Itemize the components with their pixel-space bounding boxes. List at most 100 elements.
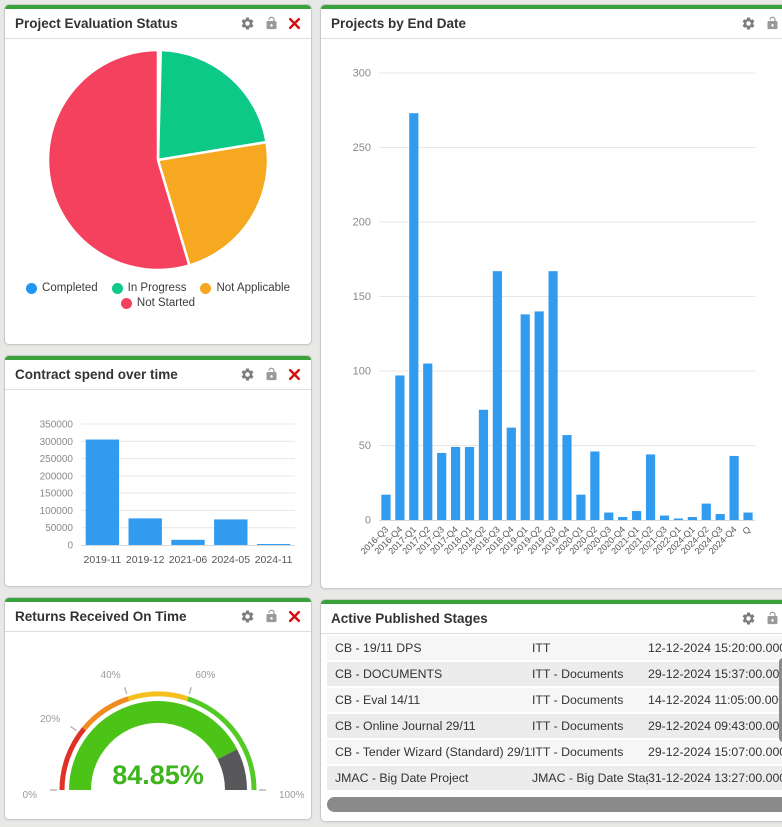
stage-project-cell: CB - Tender Wizard (Standard) 29/11: [335, 745, 532, 759]
panel-project-evaluation-status: Project Evaluation Status Completed In Pr…: [4, 4, 312, 345]
bar-2021-Q2[interactable]: [646, 454, 655, 520]
contract-spend-over-time-svg: 0500001000001500002000002500003000003500…: [5, 390, 311, 586]
settings-gear-icon[interactable]: [240, 609, 255, 624]
bar-2018-Q4[interactable]: [507, 428, 516, 520]
projects-by-end-date-svg: 0501001502002503002016-Q32016-Q42017-Q12…: [321, 39, 777, 587]
stage-name-cell: ITT - Documents: [532, 693, 648, 707]
y-axis-tick-label: 250: [353, 142, 371, 154]
table-row[interactable]: CB - Eval 14/11ITT - Documents14-12-2024…: [327, 688, 782, 714]
panel-contract-spend-over-time: Contract spend over time 050000100000150…: [4, 355, 312, 587]
bar-2020-Q2[interactable]: [590, 451, 599, 520]
stage-project-cell: JMAC - Big Date Project: [335, 771, 532, 785]
bar-2019-Q1[interactable]: [521, 314, 530, 520]
close-icon[interactable]: [288, 610, 301, 623]
bar-2024-05[interactable]: [214, 519, 247, 545]
panel-header: Contract spend over time: [5, 360, 311, 390]
table-row[interactable]: CB - DOCUMENTSITT - Documents29-12-2024 …: [327, 662, 782, 688]
legend-item-completed[interactable]: Completed: [26, 282, 98, 294]
gauge-chart-area: 0%20%40%60%100%84.85%: [5, 632, 311, 819]
panel-title: Contract spend over time: [15, 367, 178, 382]
unlock-icon[interactable]: [765, 16, 780, 31]
gauge-tick: [189, 687, 191, 694]
legend-dot: [121, 298, 132, 309]
legend-item-not-applicable[interactable]: Not Applicable: [200, 282, 290, 294]
bar-2018-Q1[interactable]: [465, 447, 474, 520]
gauge-tick: [125, 687, 127, 694]
bar-2021-Q3[interactable]: [660, 516, 669, 520]
legend-dot: [112, 283, 123, 294]
pie-chart: [44, 45, 272, 280]
stage-project-cell: CB - Online Journal 29/11: [335, 719, 532, 733]
legend-item-in-progress[interactable]: In Progress: [112, 282, 187, 294]
legend-label: In Progress: [128, 282, 187, 294]
y-axis-tick-label: 100: [353, 366, 371, 378]
stage-table: CB - 19/11 DPSITT12-12-2024 15:20:00.000…: [321, 636, 782, 792]
unlock-icon[interactable]: [264, 367, 279, 382]
gauge-value: 84.85%: [112, 760, 204, 790]
panel-header: Active Published Stages: [321, 604, 782, 634]
bar-2024-Q2[interactable]: [702, 504, 711, 520]
bar-2018-Q2[interactable]: [479, 410, 488, 520]
bar-2020-Q3[interactable]: [604, 513, 613, 520]
settings-gear-icon[interactable]: [741, 16, 756, 31]
bar-2020-Q1[interactable]: [576, 495, 585, 520]
bar-2019-Q2[interactable]: [535, 311, 544, 520]
bar-2017-Q3[interactable]: [437, 453, 446, 520]
bar-2016-Q3[interactable]: [381, 495, 390, 520]
bar-2024-Q1[interactable]: [688, 517, 697, 520]
bar-2021-06[interactable]: [171, 540, 204, 545]
spend-chart-area: 0500001000001500002000002500003000003500…: [5, 390, 311, 586]
table-row[interactable]: CB - 19/11 DPSITT12-12-2024 15:20:00.000: [327, 636, 782, 662]
settings-gear-icon[interactable]: [741, 611, 756, 626]
stage-date-cell: 31-12-2024 13:27:00.000: [648, 771, 782, 785]
gauge-tick-label: 40%: [101, 670, 121, 681]
panel-header: Returns Received On Time: [5, 602, 311, 632]
horizontal-scrollbar[interactable]: [327, 797, 782, 812]
stage-project-cell: CB - 19/11 DPS: [335, 641, 532, 655]
bar-2024-Q4[interactable]: [730, 456, 739, 520]
bar-2018-Q3[interactable]: [493, 271, 502, 520]
settings-gear-icon[interactable]: [240, 367, 255, 382]
stage-table-area: CB - 19/11 DPSITT12-12-2024 15:20:00.000…: [321, 634, 782, 821]
unlock-icon[interactable]: [765, 611, 780, 626]
bar-2019-Q4[interactable]: [562, 435, 571, 520]
bar-2017-Q4[interactable]: [451, 447, 460, 520]
table-row[interactable]: CB - Tender Wizard (Standard) 29/11ITT -…: [327, 740, 782, 766]
panel-header: Project Evaluation Status: [5, 9, 311, 39]
table-row[interactable]: CB - Online Journal 29/11ITT - Documents…: [327, 714, 782, 740]
x-axis-tick-label: 2024-05: [212, 554, 251, 566]
bar-2022-Q1[interactable]: [674, 519, 683, 520]
table-row[interactable]: JMAC - Big Date ProjectJMAC - Big Date S…: [327, 766, 782, 792]
bar-2024-11[interactable]: [257, 544, 290, 545]
pie-chart-svg: [44, 45, 272, 275]
bar-2024-Q3[interactable]: [716, 514, 725, 520]
bar-2016-Q4[interactable]: [395, 375, 404, 520]
unlock-icon[interactable]: [264, 16, 279, 31]
stage-date-cell: 14-12-2024 11:05:00.000: [648, 693, 782, 707]
gauge-tick: [71, 727, 77, 731]
stage-project-cell: CB - DOCUMENTS: [335, 667, 532, 681]
panel-title: Active Published Stages: [331, 611, 488, 626]
bar-2017-Q2[interactable]: [423, 364, 432, 520]
bar-2021-Q1[interactable]: [632, 511, 641, 520]
close-icon[interactable]: [288, 17, 301, 30]
close-icon[interactable]: [288, 368, 301, 381]
gauge-tick-label: 0%: [23, 790, 38, 801]
legend-item-not-started[interactable]: Not Started: [121, 297, 195, 309]
y-axis-tick-label: 200000: [40, 471, 74, 482]
settings-gear-icon[interactable]: [240, 16, 255, 31]
pie-slice-in-progress[interactable]: [158, 50, 267, 160]
bar-2017-Q1[interactable]: [409, 113, 418, 520]
y-axis-tick-label: 0: [365, 515, 371, 527]
unlock-icon[interactable]: [264, 609, 279, 624]
bar-2020-Q4[interactable]: [618, 517, 627, 520]
y-axis-tick-label: 250000: [40, 454, 74, 465]
bar-2019-Q3[interactable]: [548, 271, 557, 520]
panel-header: Projects by End Date: [321, 9, 782, 39]
bar-Q[interactable]: [743, 513, 752, 520]
bar-2019-11[interactable]: [86, 440, 119, 545]
x-axis-tick-label: 2021-06: [169, 554, 208, 566]
panel-title: Projects by End Date: [331, 16, 466, 31]
panel-active-published-stages: Active Published Stages CB - 19/11 DPSIT…: [320, 599, 782, 822]
bar-2019-12[interactable]: [129, 518, 162, 545]
